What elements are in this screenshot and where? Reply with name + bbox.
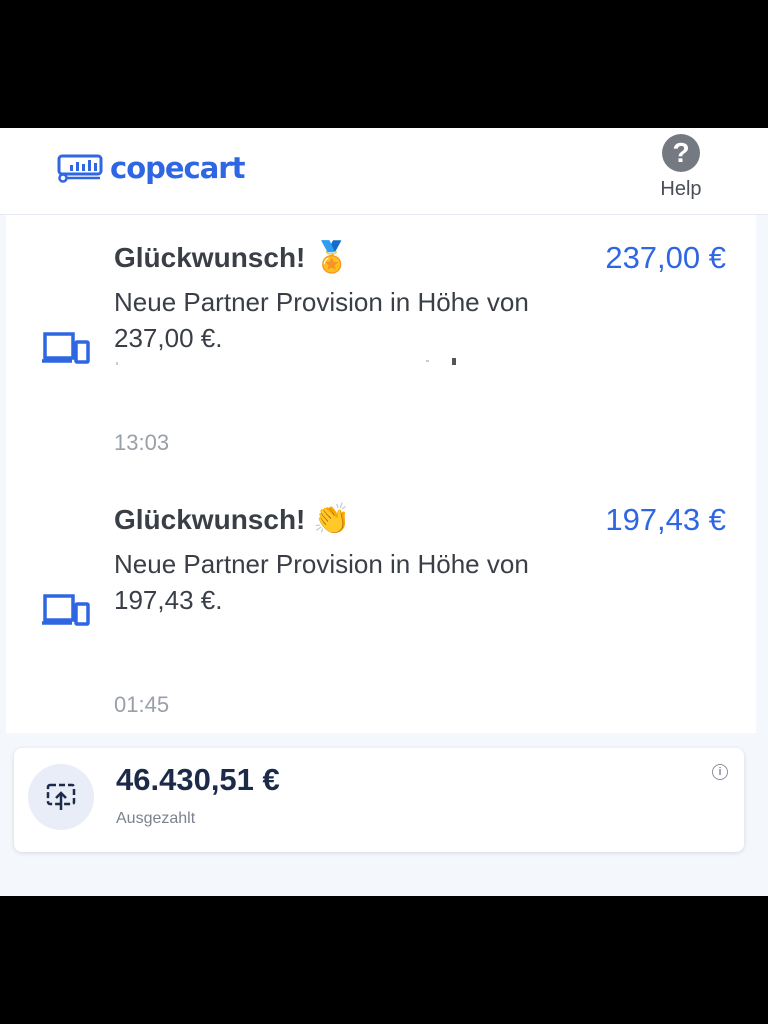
notification-title: Glückwunsch! 👏 — [114, 503, 351, 536]
notification-title: Glückwunsch! 🏅 — [114, 241, 351, 274]
artifact-speck — [116, 362, 118, 365]
info-icon[interactable]: i — [712, 764, 728, 780]
help-button[interactable]: ? Help — [650, 134, 712, 201]
payout-label: Ausgezahlt — [116, 810, 196, 827]
cart-logo-icon — [57, 154, 103, 183]
help-icon: ? — [662, 134, 700, 172]
payout-icon — [28, 764, 94, 830]
notification-time: 01:45 — [114, 692, 170, 717]
upload-screen-icon — [46, 783, 76, 810]
notification-amount: 237,00 € — [605, 240, 726, 275]
notification-time: 13:03 — [114, 430, 170, 455]
clapping-hands-icon: 👏 — [313, 503, 351, 536]
payout-balance-card[interactable]: 46.430,51 € Ausgezahlt i — [14, 748, 744, 852]
app-screen: copecart ? Help Glückwunsch! 🏅 237,00 € N… — [0, 128, 768, 896]
notification-feed: Glückwunsch! 🏅 237,00 € Neue Partner Prov… — [6, 215, 756, 733]
notification-amount: 197,43 € — [605, 502, 726, 537]
notification-message: Neue Partner Provision in Höhe von 197,4… — [114, 549, 529, 615]
notification-item[interactable]: Glückwunsch! 👏 197,43 € Neue Partner Prov… — [6, 502, 756, 722]
devices-icon — [42, 594, 90, 626]
copecart-logo[interactable]: copecart — [56, 150, 245, 186]
notification-item[interactable]: Glückwunsch! 🏅 237,00 € Neue Partner Prov… — [6, 240, 756, 480]
artifact-speck — [426, 360, 429, 362]
app-header: copecart ? Help — [0, 128, 768, 215]
help-label: Help — [660, 178, 702, 200]
payout-amount: 46.430,51 € — [116, 762, 280, 797]
notification-message: Neue Partner Provision in Höhe von 237,0… — [114, 287, 529, 353]
artifact-speck — [452, 358, 456, 365]
devices-icon — [42, 332, 90, 364]
medal-icon: 🏅 — [313, 241, 351, 274]
logo-wordmark: copecart — [110, 151, 245, 185]
